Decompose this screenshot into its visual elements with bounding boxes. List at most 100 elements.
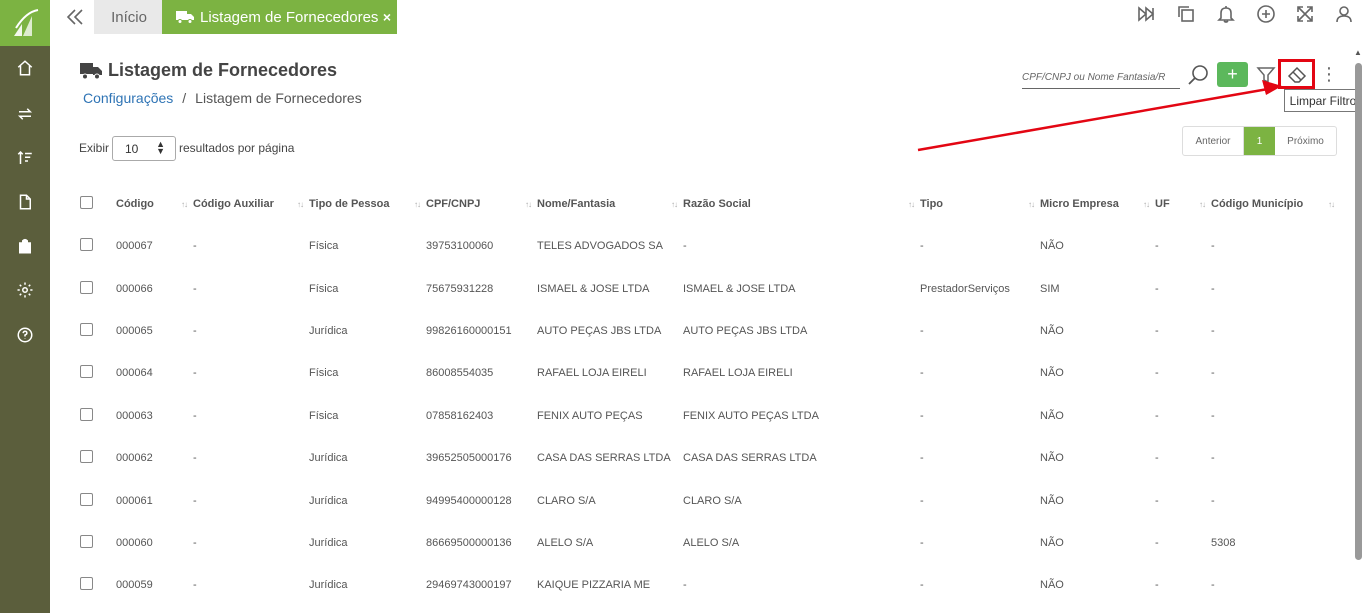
table-row[interactable]: 000067 - Física 39753100060 TELES ADVOGADOS …	[70, 225, 1340, 267]
table-cell: -	[920, 240, 924, 253]
table-row[interactable]: 000061 - Jurídica 94995400000128 CLARO S/A CL…	[70, 479, 1340, 521]
column-header[interactable]: UF ↑↓	[1155, 183, 1211, 225]
add-supplier-button[interactable]: +	[1217, 62, 1248, 87]
row-select-cell	[70, 564, 116, 606]
page-size-value: 10	[125, 141, 139, 156]
copy-button[interactable]	[1176, 4, 1198, 26]
table-cell: -	[193, 282, 197, 295]
copy-icon	[1178, 6, 1194, 22]
search-input[interactable]	[1022, 67, 1180, 89]
sidebar-item-settings[interactable]	[0, 275, 50, 305]
column-header[interactable]: Código ↑↓	[116, 183, 193, 225]
table-row[interactable]: 000060 - Jurídica 86669500000136 ALELO S/A AL…	[70, 522, 1340, 564]
table-row[interactable]: 000064 - Física 86008554035 RAFAEL LOJA EIRE…	[70, 352, 1340, 394]
scroll-up-icon[interactable]: ▲	[1354, 48, 1362, 57]
table-row[interactable]: 000063 - Física 07858162403 FENIX AUTO PEÇAS…	[70, 395, 1340, 437]
table-cell: -	[920, 452, 924, 465]
select-all-checkbox[interactable]	[80, 196, 93, 209]
table-cell: 000064	[116, 367, 153, 380]
fullscreen-button[interactable]	[1295, 4, 1317, 26]
user-button[interactable]	[1334, 4, 1356, 26]
table-row[interactable]: 000066 - Física 75675931228 ISMAEL & JOSE LT…	[70, 267, 1340, 309]
logo[interactable]	[0, 0, 50, 46]
document-icon	[19, 194, 31, 210]
table-cell: NÃO	[1040, 494, 1064, 507]
table-cell: -	[193, 240, 197, 253]
table-row[interactable]: 000062 - Jurídica 39652505000176 CASA DAS SE…	[70, 437, 1340, 479]
row-checkbox[interactable]	[80, 322, 93, 336]
skip-forward-button[interactable]	[1136, 4, 1158, 26]
page-size-select[interactable]: 10 ▲ ▼	[112, 136, 176, 161]
sidebar-item-shop[interactable]	[0, 231, 50, 261]
row-checkbox[interactable]	[80, 365, 93, 379]
table-cell: NÃO	[1040, 536, 1064, 549]
row-select-cell	[70, 267, 116, 309]
per-page-label: resultados por página	[179, 141, 295, 155]
page-1-button[interactable]: 1	[1244, 127, 1275, 155]
filter-button[interactable]	[1256, 65, 1276, 85]
sort-icon	[17, 150, 32, 164]
table-cell: 07858162403	[426, 409, 494, 422]
table-cell: PrestadorServiços	[920, 282, 1010, 295]
column-header[interactable]: Código Auxiliar ↑↓	[193, 183, 309, 225]
table-row[interactable]: 000065 - Jurídica 99826160000151 AUTO PEÇAS …	[70, 310, 1340, 352]
clear-filter-button[interactable]	[1278, 59, 1315, 89]
row-checkbox[interactable]	[80, 577, 93, 591]
sidebar-item-documents[interactable]	[0, 187, 50, 217]
column-header[interactable]: Código Município ↑↓	[1211, 183, 1340, 225]
table-cell: KAIQUE PIZZARIA ME	[537, 579, 651, 592]
scrollbar-thumb[interactable]	[1355, 63, 1362, 560]
row-checkbox[interactable]	[80, 450, 93, 464]
table-cell: -	[193, 494, 197, 507]
table-cell: ISMAEL & JOSE LTDA	[683, 282, 796, 295]
table-cell: Jurídica	[309, 579, 348, 592]
truck-icon	[176, 11, 194, 24]
table-cell: -	[683, 240, 687, 253]
table-row[interactable]: 000059 - Jurídica 29469743000197 KAIQUE PIZZ…	[70, 564, 1340, 606]
sort-icon: ↑↓	[414, 200, 421, 209]
bag-icon	[19, 238, 31, 254]
bell-icon	[1217, 6, 1235, 23]
sidebar-item-home[interactable]	[0, 53, 50, 83]
home-icon	[17, 60, 33, 76]
search-button[interactable]	[1186, 63, 1210, 87]
row-checkbox[interactable]	[80, 407, 93, 421]
table-cell: -	[1155, 409, 1159, 422]
row-checkbox[interactable]	[80, 238, 93, 252]
eraser-icon	[1287, 66, 1306, 83]
sort-icon: ↑↓	[525, 200, 532, 209]
table-cell: 39652505000176	[426, 452, 512, 465]
close-icon[interactable]: ×	[383, 9, 391, 25]
column-header[interactable]: Tipo ↑↓	[920, 183, 1040, 225]
next-page-button[interactable]: Próximo	[1275, 127, 1336, 155]
collapse-tabs-button[interactable]	[64, 6, 86, 28]
row-checkbox[interactable]	[80, 492, 93, 506]
sidebar-item-sort[interactable]	[0, 143, 50, 173]
column-header[interactable]: Tipo de Pessoa ↑↓	[309, 183, 426, 225]
table-cell: Jurídica	[309, 452, 348, 465]
table-cell: NÃO	[1040, 452, 1064, 465]
notifications-button[interactable]	[1216, 4, 1238, 26]
row-checkbox[interactable]	[80, 280, 93, 294]
column-header[interactable]: Nome/Fantasia ↑↓	[537, 183, 683, 225]
column-header[interactable]: CPF/CNPJ ↑↓	[426, 183, 537, 225]
sidebar-item-movements[interactable]	[0, 99, 50, 129]
add-circle-button[interactable]	[1256, 4, 1278, 26]
table-cell: ISMAEL & JOSE LTDA	[537, 282, 650, 295]
breadcrumb-configuracoes[interactable]: Configurações	[83, 90, 173, 106]
tab-inicio[interactable]: Início	[94, 0, 164, 34]
table-cell: 29469743000197	[426, 579, 512, 592]
column-label: Tipo de Pessoa	[309, 198, 390, 210]
more-options-button[interactable]: ⋮	[1320, 64, 1338, 86]
tab-listagem-fornecedores[interactable]: Listagem de Fornecedores ×	[162, 0, 397, 34]
row-checkbox[interactable]	[80, 534, 93, 548]
column-header[interactable]: Razão Social ↑↓	[683, 183, 920, 225]
column-header[interactable]: Micro Empresa ↑↓	[1040, 183, 1155, 225]
show-label: Exibir	[79, 141, 110, 155]
row-select-cell	[70, 395, 116, 437]
table-cell: 5308	[1211, 536, 1236, 549]
previous-page-button[interactable]: Anterior	[1183, 127, 1244, 155]
skip-forward-icon	[1138, 6, 1155, 22]
sidebar-item-help[interactable]	[0, 320, 50, 350]
table-cell: 000061	[116, 494, 153, 507]
